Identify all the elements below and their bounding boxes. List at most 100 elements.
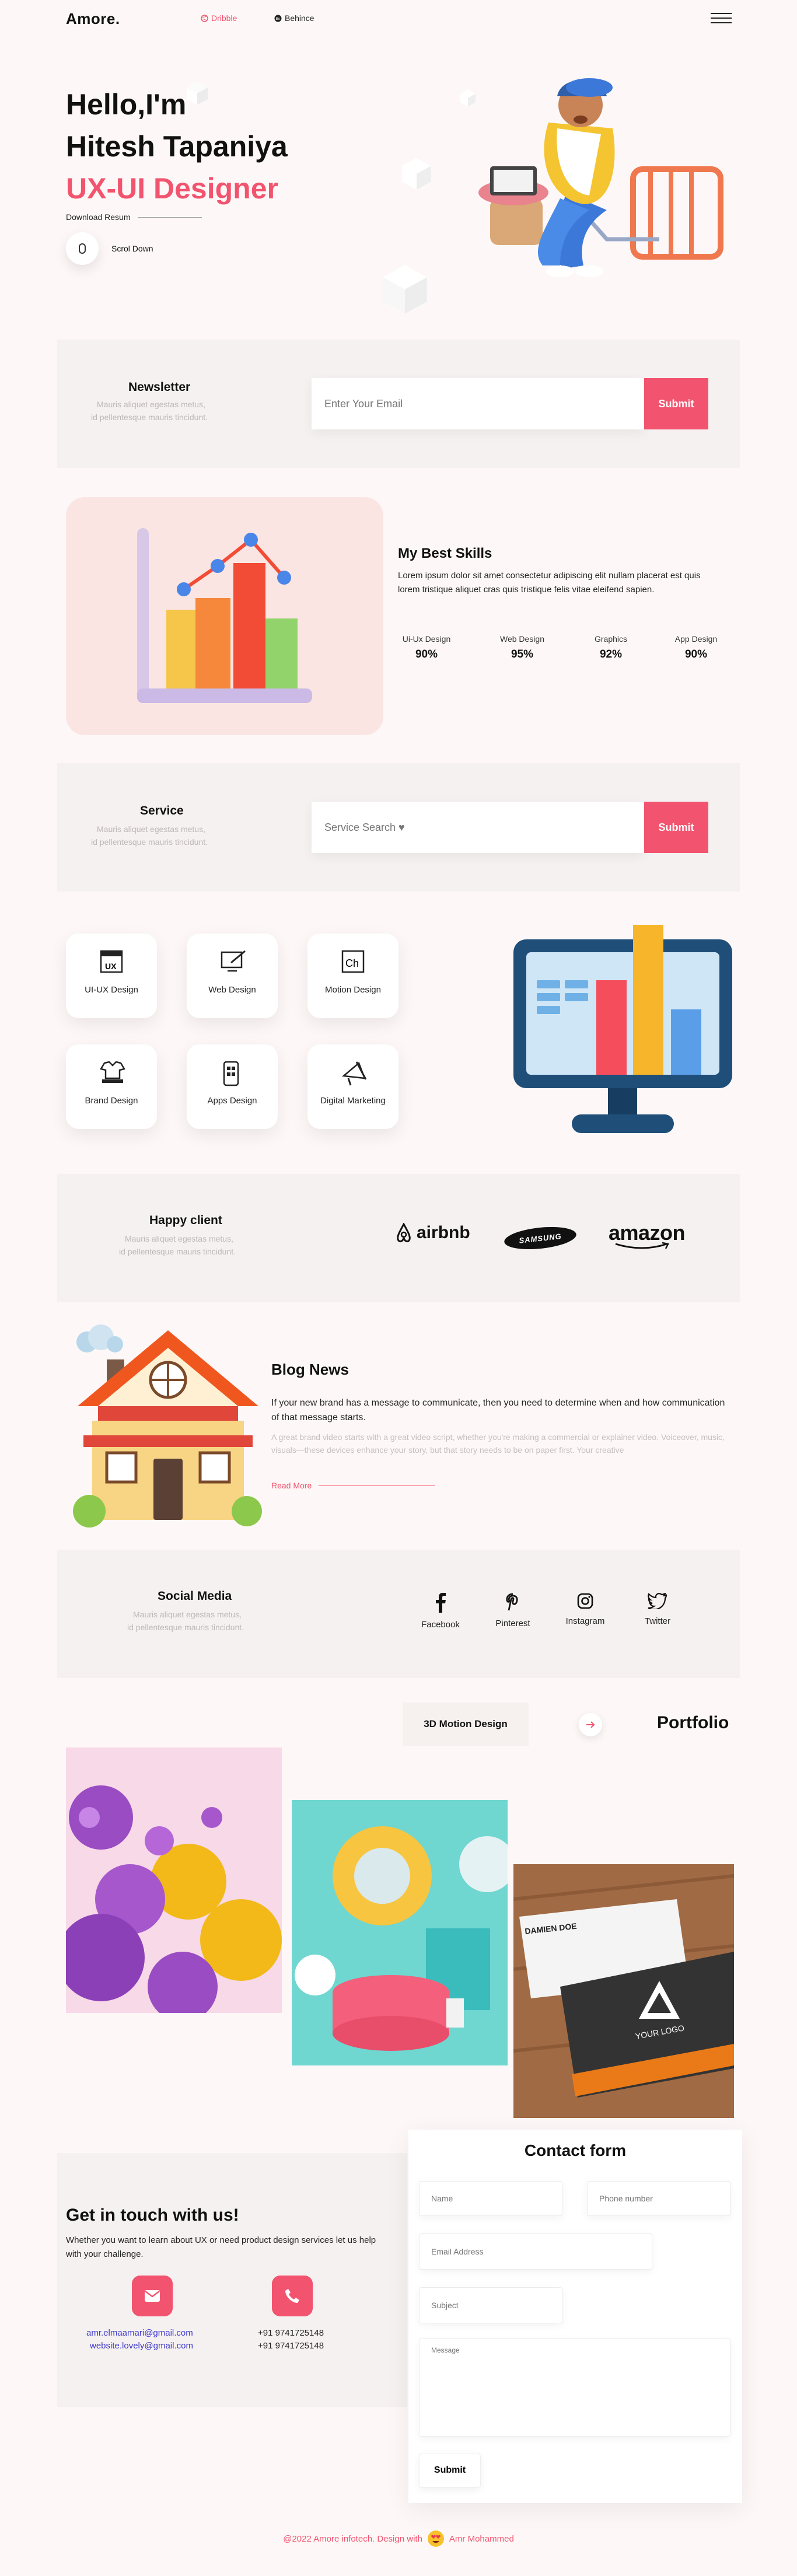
service-card-digital-marketing[interactable]: Digital Marketing [307, 1044, 398, 1129]
blog-lead: If your new brand has a message to commu… [271, 1398, 725, 1422]
samsung-wordmark: SAMSUNG [518, 1231, 562, 1245]
newsletter-title: Newsletter [128, 380, 191, 394]
contact-email-2[interactable]: website.lovely@gmail.com [90, 2341, 193, 2351]
service-desc-2: id pellentesque mauris tincidunt. [91, 837, 208, 847]
service-search-input[interactable] [312, 802, 644, 853]
contact-message-textarea[interactable] [419, 2339, 730, 2437]
contact-submit-button[interactable]: Submit [419, 2453, 481, 2488]
amazon-wordmark: amazon [609, 1221, 686, 1245]
scroll-down-button[interactable]: Scrol Down [66, 232, 153, 265]
hero-greeting: Hello,I'm [66, 88, 187, 121]
svg-text:Ch: Ch [345, 957, 359, 969]
skills-title: My Best Skills [398, 546, 492, 561]
download-resume-link[interactable]: Download Resum [66, 212, 202, 222]
ux-icon: UX [100, 950, 123, 973]
service-card-label: Apps Design [207, 1096, 257, 1106]
decor-cube-1 [187, 82, 208, 105]
skills-desc: Lorem ipsum dolor sit amet consectetur a… [398, 571, 701, 595]
social-instagram[interactable]: Instagram [559, 1593, 611, 1626]
social-desc-1: Mauris aliquet egestas metus, [133, 1610, 242, 1619]
apps-icon [223, 1061, 239, 1086]
monitor-chart-illustration [513, 925, 732, 1133]
clients-desc-1: Mauris aliquet egestas metus, [125, 1234, 233, 1243]
footer-author[interactable]: Amr Mohammed [449, 2534, 514, 2544]
svg-text:UX: UX [105, 962, 117, 971]
phone-icon-button[interactable] [272, 2276, 313, 2316]
footer-copyright: @2022 Amore infotech. Design with [283, 2533, 422, 2544]
skill-label: Graphics [594, 634, 628, 644]
skill-item: Graphics 92% [579, 634, 643, 661]
portfolio-next-button[interactable] [579, 1713, 602, 1736]
service-card-label: Digital Marketing [320, 1096, 386, 1106]
mail-icon [145, 2290, 160, 2302]
blog-read-more-link[interactable]: Read More [271, 1481, 436, 1490]
contact-phone-1[interactable]: +91 9741725148 [258, 2328, 324, 2338]
portfolio-image-3d-shapes[interactable] [292, 1800, 508, 2065]
social-desc-2: id pellentesque mauris tincidunt. [127, 1623, 244, 1632]
blog-title: Blog News [271, 1361, 349, 1378]
service-desc-1: Mauris aliquet egestas metus, [97, 824, 205, 834]
service-submit-button[interactable]: Submit [644, 802, 708, 853]
decor-cube-2 [402, 158, 431, 190]
service-card-web-design[interactable]: Web Design [187, 934, 278, 1018]
contact-phone-input[interactable] [587, 2181, 730, 2216]
twitter-icon [648, 1593, 667, 1609]
contact-touch-title: Get in touch with us! [66, 2205, 239, 2225]
skill-value: 90% [415, 648, 438, 660]
social-facebook[interactable]: Facebook [414, 1593, 467, 1630]
skill-value: 92% [599, 648, 623, 660]
social-twitter[interactable]: Twitter [631, 1593, 684, 1626]
service-card-label: UI-UX Design [85, 985, 138, 995]
service-card-brand-design[interactable]: Brand Design [66, 1044, 157, 1129]
social-pinterest[interactable]: Pinterest [487, 1593, 539, 1628]
newsletter-submit-button[interactable]: Submit [644, 378, 708, 429]
decor-cube-3 [383, 265, 427, 314]
mouse-icon [66, 232, 99, 265]
skill-item: App Design 90% [664, 634, 728, 661]
newsletter-email-input[interactable] [312, 378, 644, 429]
instagram-icon [577, 1593, 593, 1609]
house-illustration [73, 1324, 262, 1528]
portfolio-image-business-cards[interactable]: DAMIEN DOE YOUR LOGO [513, 1864, 734, 2118]
contact-subject-input[interactable] [419, 2287, 562, 2323]
dribbble-icon [201, 14, 208, 22]
newsletter-desc-1: Mauris aliquet egestas metus, [97, 400, 205, 409]
social-title: Social Media [158, 1589, 232, 1603]
contact-email-input[interactable] [419, 2234, 652, 2270]
skill-value: 90% [684, 648, 708, 660]
portfolio-image-spheres[interactable] [66, 1747, 282, 2013]
arrow-right-icon [586, 1721, 595, 1728]
brand-logo[interactable]: Amore. [66, 10, 120, 28]
amazon-smile-icon [615, 1242, 669, 1249]
facebook-icon [436, 1593, 446, 1613]
contact-name-input[interactable] [419, 2181, 562, 2216]
contact-phone-2[interactable]: +91 9741725148 [258, 2341, 324, 2351]
airbnb-logo: airbnb [394, 1223, 470, 1243]
nav-link-behance[interactable]: Be Behince [274, 13, 314, 23]
contact-email-1[interactable]: amr.elmaamari@gmail.com [86, 2328, 193, 2338]
hero-role: UX-UI Designer [66, 172, 278, 205]
brand-icon [100, 1061, 125, 1083]
skill-value: 95% [511, 648, 534, 660]
web-design-icon [221, 950, 246, 972]
hero-name: Hitesh Tapaniya [66, 130, 288, 163]
footer: @2022 Amore infotech. Design with Amr Mo… [0, 2530, 797, 2547]
portfolio-category-tag[interactable]: 3D Motion Design [403, 1703, 529, 1746]
social-label: Facebook [421, 1620, 460, 1630]
service-card-apps-design[interactable]: Apps Design [187, 1044, 278, 1129]
hamburger-menu-icon[interactable] [711, 12, 732, 23]
newsletter-desc-2: id pellentesque mauris tincidunt. [91, 413, 208, 422]
service-title: Service [140, 804, 184, 817]
nav-link-behance-label: Behince [285, 13, 314, 23]
email-icon-button[interactable] [132, 2276, 173, 2316]
service-card-ui-ux[interactable]: UX UI-UX Design [66, 934, 157, 1018]
social-label: Pinterest [495, 1619, 530, 1628]
nav-link-dribble[interactable]: Dribble [201, 13, 237, 23]
clients-title: Happy client [149, 1214, 222, 1227]
service-card-label: Motion Design [325, 985, 381, 995]
clients-desc-2: id pellentesque mauris tincidunt. [119, 1247, 236, 1256]
service-card-label: Web Design [208, 985, 256, 995]
svg-text:Be: Be [276, 18, 281, 21]
phone-icon [285, 2289, 299, 2303]
service-card-motion-design[interactable]: Ch Motion Design [307, 934, 398, 1018]
